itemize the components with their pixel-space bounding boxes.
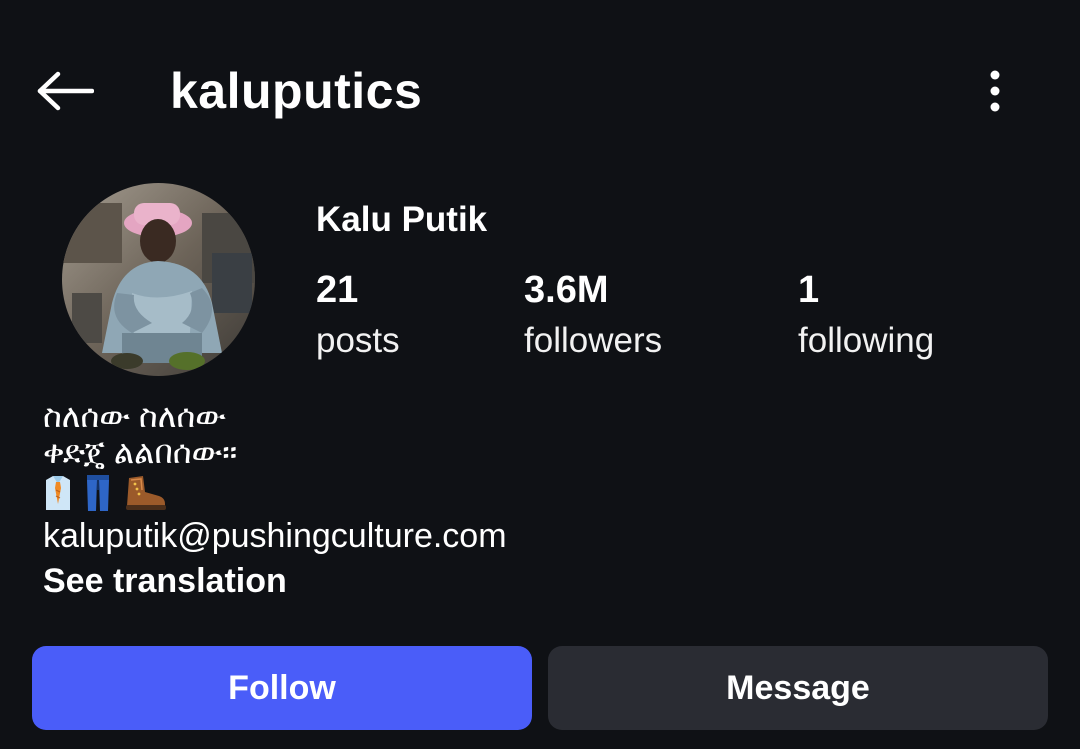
see-translation-link[interactable]: See translation bbox=[43, 558, 507, 604]
stat-following[interactable]: 1 following bbox=[798, 266, 934, 368]
avatar-photo bbox=[62, 183, 255, 376]
jeans-icon bbox=[87, 475, 109, 511]
avatar[interactable] bbox=[62, 183, 255, 376]
message-button[interactable]: Message bbox=[548, 646, 1048, 730]
hiking-boot-icon bbox=[126, 476, 166, 510]
profile-display-name: Kalu Putik bbox=[316, 200, 488, 239]
bio-line-2: ቀድጄ ልልበሰው። bbox=[43, 434, 238, 470]
stat-followers-count: 3.6M bbox=[524, 269, 609, 311]
back-button[interactable] bbox=[28, 62, 100, 120]
shirt-tie-icon bbox=[46, 476, 70, 510]
page-title: kaluputics bbox=[170, 63, 423, 119]
stat-posts-label: posts bbox=[316, 321, 400, 360]
stat-posts-count: 21 bbox=[316, 269, 359, 311]
arrow-left-icon bbox=[37, 71, 94, 111]
bio-email-link[interactable]: kaluputik@pushingculture.com bbox=[43, 514, 507, 558]
bio-line-1: ስለሰው ስለሰው bbox=[43, 398, 226, 434]
stat-posts[interactable]: 21 posts bbox=[316, 266, 400, 368]
stat-followers-label: followers bbox=[524, 321, 663, 360]
stat-followers[interactable]: 3.6M followers bbox=[524, 266, 662, 368]
stat-following-count: 1 bbox=[798, 269, 820, 311]
bio-emoji-row bbox=[43, 472, 507, 514]
more-options-button[interactable] bbox=[968, 62, 1022, 120]
more-vertical-icon bbox=[990, 70, 1000, 112]
follow-button[interactable]: Follow bbox=[32, 646, 532, 730]
stat-following-label: following bbox=[798, 321, 935, 360]
profile-bio: ስለሰው ስለሰው ቀድጄ ልልበሰው። kaluputik@pushingcu… bbox=[43, 398, 507, 604]
